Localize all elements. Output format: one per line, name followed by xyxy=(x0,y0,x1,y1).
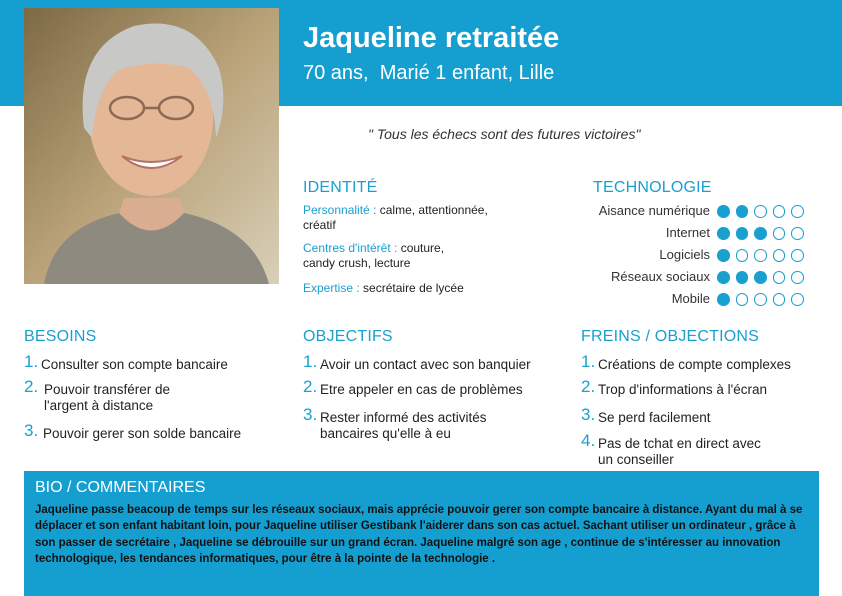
tech-row: Mobile xyxy=(560,290,820,308)
identity-label: Centres d'intérêt : xyxy=(303,241,398,255)
item-text: Pouvoir gerer son solde bancaire xyxy=(43,426,242,441)
rating-dot-empty xyxy=(772,227,785,240)
identity-interests: Centres d'intérêt : couture, candy crush… xyxy=(303,241,478,271)
persona-name: Jaqueline retraitée xyxy=(303,22,560,54)
item-number: 4. xyxy=(581,431,596,450)
obstacles-item: 1. Créations de compte complexes xyxy=(581,352,831,373)
item-text: Etre appeler en cas de problèmes xyxy=(320,382,523,397)
rating-dot-empty xyxy=(772,293,785,306)
tech-label: Réseaux sociaux xyxy=(611,269,710,284)
tech-row: Internet xyxy=(560,224,820,242)
item-text: Rester informé des activités bancaires q… xyxy=(320,410,487,441)
item-text: Pas de tchat en direct avec un conseille… xyxy=(598,436,761,467)
rating-dot-filled xyxy=(735,227,748,240)
item-number: 3. xyxy=(581,405,596,424)
identity-expertise: Expertise : secrétaire de lycée xyxy=(303,281,533,296)
rating-dot-empty xyxy=(791,205,804,218)
rating-dot-empty xyxy=(754,293,767,306)
rating-dots xyxy=(717,293,804,306)
item-number: 3. xyxy=(303,405,318,424)
item-number: 1. xyxy=(581,352,596,371)
identity-label: Personnalité : xyxy=(303,203,377,217)
item-text: Trop d'informations à l'écran xyxy=(598,382,767,397)
rating-dot-empty xyxy=(791,249,804,262)
profile-photo xyxy=(24,8,279,284)
rating-dot-empty xyxy=(735,249,748,262)
rating-dot-filled xyxy=(717,249,730,262)
goals-item: 2. Etre appeler en cas de problèmes xyxy=(303,377,563,398)
tech-row: Logiciels xyxy=(560,246,820,264)
rating-dot-empty xyxy=(772,205,785,218)
rating-dot-filled xyxy=(754,227,767,240)
item-number: 1. xyxy=(24,352,39,371)
item-text: Consulter son compte bancaire xyxy=(41,357,228,372)
needs-item: 2. Pouvoir transférer de l'argent à dist… xyxy=(24,377,202,414)
rating-dot-empty xyxy=(791,227,804,240)
obstacles-item: 2. Trop d'informations à l'écran xyxy=(581,377,831,398)
rating-dot-filled xyxy=(754,271,767,284)
rating-dot-empty xyxy=(772,271,785,284)
item-number: 2. xyxy=(581,377,596,396)
obstacles-title: FREINS / OBJECTIONS xyxy=(581,328,760,345)
rating-dot-filled xyxy=(717,227,730,240)
rating-dots xyxy=(717,249,804,262)
rating-dot-filled xyxy=(717,271,730,284)
rating-dot-empty xyxy=(754,249,767,262)
tech-label: Mobile xyxy=(671,291,710,306)
obstacles-item: 3. Se perd facilement xyxy=(581,405,831,426)
tech-label: Logiciels xyxy=(659,247,710,262)
rating-dot-empty xyxy=(791,293,804,306)
bio-panel: BIO / COMMENTAIRES Jaqueline passe beaco… xyxy=(24,471,819,596)
bio-text: Jaqueline passe beacoup de temps sur les… xyxy=(35,504,803,566)
persona-subtitle: 70 ans, Marié 1 enfant, Lille xyxy=(303,62,555,84)
item-text: Créations de compte complexes xyxy=(598,357,791,372)
item-number: 2. xyxy=(303,377,318,396)
item-text: Avoir un contact avec son banquier xyxy=(320,357,531,372)
technology-title: TECHNOLOGIE xyxy=(593,179,712,196)
tech-label: Internet xyxy=(665,225,710,240)
item-number: 1. xyxy=(303,352,318,371)
rating-dot-empty xyxy=(772,249,785,262)
persona-quote: " Tous les échecs sont des futures victo… xyxy=(368,126,641,142)
obstacles-item: 4. Pas de tchat en direct avec un consei… xyxy=(581,431,766,468)
rating-dots xyxy=(717,205,804,218)
bio-title: BIO / COMMENTAIRES xyxy=(35,479,206,496)
item-text: Pouvoir transférer de l'argent à distanc… xyxy=(44,382,171,413)
rating-dot-filled xyxy=(735,205,748,218)
tech-label: Aisance numérique xyxy=(598,203,710,218)
identity-label: Expertise : xyxy=(303,281,360,295)
identity-value: secrétaire de lycée xyxy=(363,281,464,295)
goals-title: OBJECTIFS xyxy=(303,328,393,345)
tech-row: Aisance numérique xyxy=(560,202,820,220)
item-text: Se perd facilement xyxy=(598,410,711,425)
needs-title: BESOINS xyxy=(24,328,97,345)
rating-dot-filled xyxy=(735,271,748,284)
rating-dots xyxy=(717,227,804,240)
goals-item: 1. Avoir un contact avec son banquier xyxy=(303,352,563,373)
item-number: 2. xyxy=(24,377,39,396)
rating-dot-filled xyxy=(717,205,730,218)
identity-title: IDENTITÉ xyxy=(303,179,378,196)
needs-item: 3. Pouvoir gerer son solde bancaire xyxy=(24,421,284,442)
item-number: 3. xyxy=(24,421,39,440)
rating-dot-empty xyxy=(735,293,748,306)
rating-dot-filled xyxy=(717,293,730,306)
rating-dot-empty xyxy=(791,271,804,284)
tech-row: Réseaux sociaux xyxy=(560,268,820,286)
goals-item: 3. Rester informé des activités bancaire… xyxy=(303,405,523,442)
rating-dots xyxy=(717,271,804,284)
needs-item: 1. Consulter son compte bancaire xyxy=(24,352,264,373)
rating-dot-empty xyxy=(754,205,767,218)
identity-personality: Personnalité : calme, attentionnée, créa… xyxy=(303,203,518,233)
